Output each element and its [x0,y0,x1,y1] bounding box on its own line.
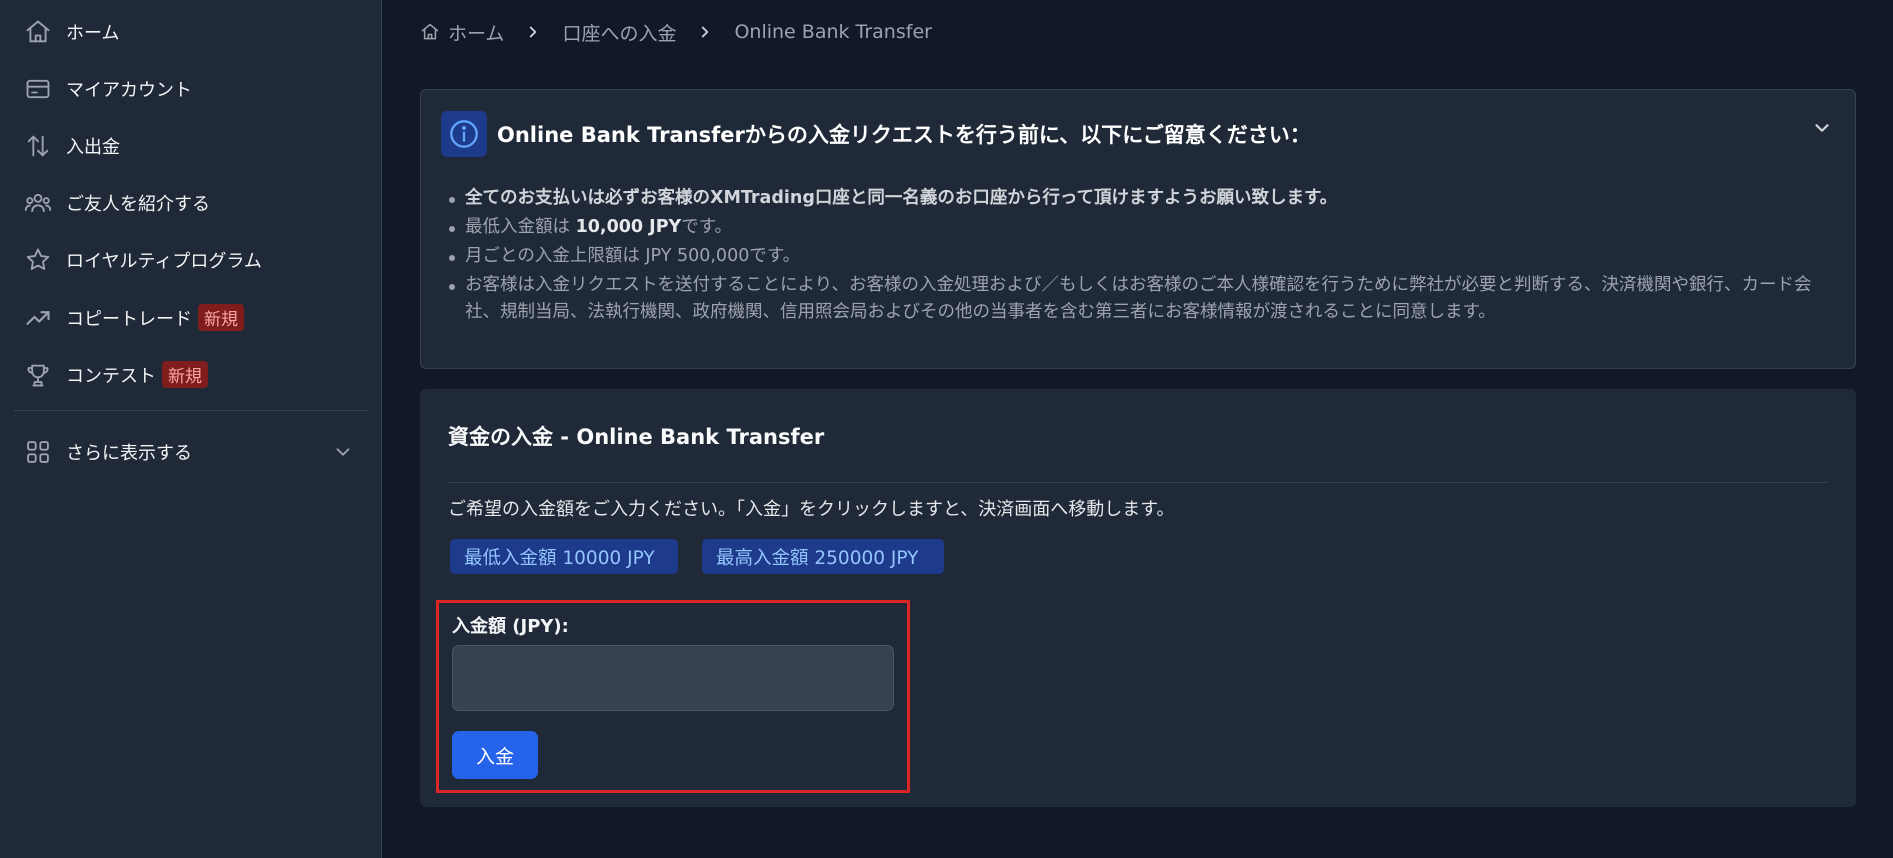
chevron-right-icon [696,23,714,41]
card-icon [26,79,50,98]
notice-item: 最低入金額は 10,000 JPYです。 [449,214,1835,241]
breadcrumb-current: Online Bank Transfer [734,21,932,43]
amount-input[interactable] [452,645,894,711]
deposit-instruction: ご希望の入金額をご入力ください。「入金」をクリックしますと、決済画面へ移動します… [448,499,1175,520]
notice-header: Online Bank Transferからの入金リクエストを行う前に、以下にご… [441,111,1311,157]
trophy-icon [27,364,49,387]
notice-panel: Online Bank Transferからの入金リクエストを行う前に、以下にご… [420,89,1856,369]
sidebar-divider [14,410,367,411]
star-icon [26,248,50,271]
breadcrumb-deposit-link[interactable]: 口座への入金 [562,19,676,46]
breadcrumb: ホーム 口座への入金 Online Bank Transfer [420,18,932,46]
notice-item: 全てのお支払いは必ずお客様のXMTrading口座と同一名義のお口座から行って頂… [449,185,1835,212]
notice-title: Online Bank Transferからの入金リクエストを行う前に、以下にご… [497,123,1311,147]
sidebar-item-loyalty[interactable]: ロイヤルティプログラム [0,232,381,289]
notice-item: お客様は入金リクエストを送付することにより、お客様の入金処理および／もしくはお客… [449,272,1835,326]
amount-label: 入金額 (JPY): [452,616,569,637]
show-more-button[interactable]: さらに表示する [0,424,382,480]
sidebar-item-label: マイアカウント [66,79,192,101]
chevron-right-icon [524,23,542,41]
sidebar-item-label: 入出金 [66,136,120,158]
sidebar-item-label: ホーム [66,22,120,44]
notice-item-prefix: 最低入金額は [465,217,576,237]
grid-icon [27,441,49,463]
notice-item-suffix: です。 [681,217,732,237]
transfer-arrows-icon [27,135,49,157]
trending-up-icon [26,310,50,325]
deposit-submit-button[interactable]: 入金 [452,731,538,779]
max-deposit-chip: 最高入金額 250000 JPY [702,539,944,574]
collapse-toggle-button[interactable] [1811,117,1833,143]
notice-list: 全てのお支払いは必ずお客様のXMTrading口座と同一名義のお口座から行って頂… [449,185,1835,328]
show-more-label: さらに表示する [66,443,192,464]
divider [448,482,1828,483]
sidebar-nav: ホーム マイアカウント 入出金 ご友人を紹介する ロイヤルティプログラム コピー… [0,0,381,403]
chevron-down-icon [336,448,350,456]
sidebar-item-deposit-withdraw[interactable]: 入出金 [0,117,381,174]
new-badge: 新規 [162,361,208,389]
notice-item-bold: 10,000 JPY [575,217,682,237]
new-badge: 新規 [198,304,244,332]
sidebar-item-contest[interactable]: コンテスト 新規 [0,346,381,403]
min-deposit-chip: 最低入金額 10000 JPY [450,539,678,574]
sidebar-item-copy-trade[interactable]: コピートレード 新規 [0,289,381,346]
sidebar-item-label: コピートレード [66,308,192,330]
chevron-down-icon [1815,124,1829,132]
sidebar-item-refer-friend[interactable]: ご友人を紹介する [0,175,381,232]
notice-item: 月ごとの入金上限額は JPY 500,000です。 [449,243,1835,270]
sidebar: ホーム マイアカウント 入出金 ご友人を紹介する ロイヤルティプログラム コピー… [0,0,382,858]
sidebar-item-label: ロイヤルティプログラム [66,251,262,273]
home-icon [420,22,440,42]
deposit-form: 入金額 (JPY): 入金 [436,600,910,793]
deposit-title: 資金の入金 - Online Bank Transfer [448,425,825,449]
sidebar-item-home[interactable]: ホーム [0,3,381,60]
deposit-panel: 資金の入金 - Online Bank Transfer ご希望の入金額をご入力… [420,389,1856,807]
sidebar-item-label: コンテスト [66,365,156,387]
info-icon [441,111,487,157]
breadcrumb-home-link[interactable]: ホーム [448,19,504,46]
sidebar-item-label: ご友人を紹介する [66,194,210,216]
home-icon [26,20,50,42]
sidebar-item-my-account[interactable]: マイアカウント [0,60,381,117]
users-icon [24,194,52,213]
